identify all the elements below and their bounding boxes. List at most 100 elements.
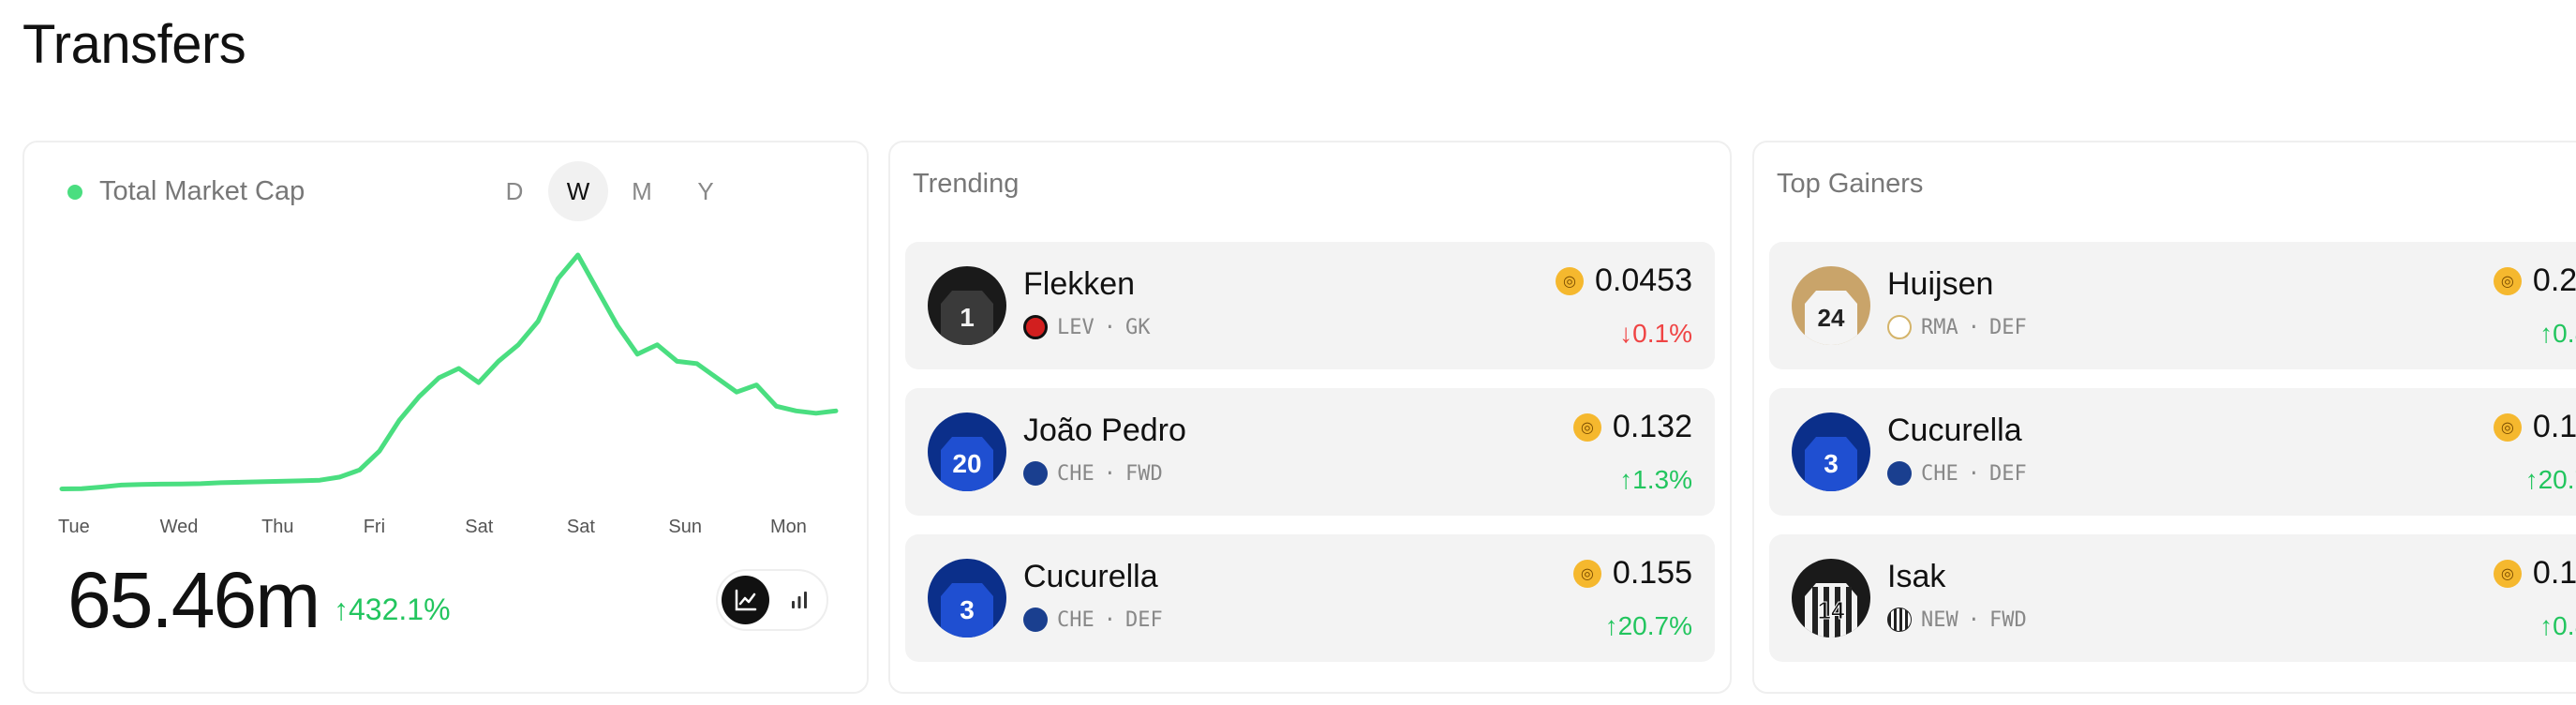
separator-dot: · [1967, 608, 1980, 632]
svg-text:1: 1 [960, 303, 975, 332]
team-logo-icon [1887, 461, 1912, 486]
market-cap-label: Total Market Cap [99, 176, 305, 206]
market-cap-header: Total Market Cap [67, 176, 305, 207]
team-line: RMA · DEF [1887, 315, 2027, 339]
trending-card: Trending 1 Flekken LEV · GK ◎ 0.0453 ↓0.… [888, 141, 1732, 694]
player-avatar: 20 [928, 412, 1006, 491]
price-line: ◎ 0.155 [1572, 555, 1692, 592]
gainer-row[interactable]: 24 Huijsen RMA · DEF ◎ 0.225 ↑0.8% [1769, 242, 2576, 369]
player-price: 0.155 [1612, 555, 1692, 591]
team-line: NEW · FWD [1887, 608, 2027, 632]
svg-text:14: 14 [1818, 596, 1845, 624]
player-name: Flekken [1023, 266, 1136, 302]
player-avatar: 3 [928, 559, 1006, 638]
team-code: RMA [1921, 315, 1958, 339]
x-axis-label: Wed [160, 517, 199, 536]
player-name: Cucurella [1023, 559, 1158, 594]
price-change: ↓0.1% [1619, 319, 1692, 348]
player-position: FWD [1989, 608, 2027, 632]
period-tab-year[interactable]: Y [676, 161, 736, 221]
team-logo-icon [1023, 608, 1048, 632]
team-line: LEV · GK [1023, 315, 1151, 339]
x-axis-label: Mon [770, 517, 807, 536]
team-logo-icon [1023, 461, 1048, 486]
period-tabs: D W M Y [484, 161, 736, 221]
team-line: CHE · DEF [1887, 461, 2027, 486]
coin-icon: ◎ [2493, 266, 2522, 295]
coin-icon: ◎ [2493, 559, 2522, 588]
player-avatar: 24 [1792, 266, 1870, 345]
market-cap-change: ↑432.1% [334, 592, 451, 626]
x-axis-label: Fri [364, 517, 385, 536]
market-cap-line [59, 252, 839, 491]
player-name: Huijsen [1887, 266, 1994, 302]
separator-dot: · [1103, 461, 1116, 486]
page-title: Transfers [22, 14, 246, 75]
bar-chart-icon [791, 592, 807, 608]
x-axis-label: Sat [465, 517, 493, 536]
player-avatar: 14 [1792, 559, 1870, 638]
team-code: LEV [1057, 315, 1094, 339]
player-name: Cucurella [1887, 412, 2022, 448]
team-logo-icon [1887, 608, 1912, 632]
player-name: João Pedro [1023, 412, 1186, 448]
x-axis-label: Thu [261, 517, 293, 536]
period-tab-month[interactable]: M [612, 161, 672, 221]
trending-row[interactable]: 1 Flekken LEV · GK ◎ 0.0453 ↓0.1% [905, 242, 1715, 369]
line-chart-icon [735, 589, 756, 611]
trending-title: Trending [913, 169, 1020, 199]
separator-dot: · [1103, 608, 1116, 632]
trending-row[interactable]: 20 João Pedro CHE · FWD ◎ 0.132 ↑1.3% [905, 388, 1715, 516]
price-line: ◎ 0.132 [1572, 409, 1692, 445]
market-cap-chart: Tue Wed Thu Fri Sat Sat Sun Mon [58, 252, 839, 536]
top-gainers-card: Top Gainers 24 Huijsen RMA · DEF ◎ 0.225… [1752, 141, 2576, 694]
line-chart-view-button[interactable] [722, 576, 769, 624]
price-change: ↑0.8% [2539, 611, 2576, 640]
gainer-row[interactable]: 3 Cucurella CHE · DEF ◎ 0.155 ↑20.7% [1769, 388, 2576, 516]
svg-text:24: 24 [1818, 304, 1845, 332]
top-gainers-title: Top Gainers [1777, 169, 1924, 199]
market-cap-value: 65.46m [67, 556, 320, 644]
price-change: ↑1.3% [1619, 465, 1692, 494]
bar-chart-view-button[interactable] [775, 576, 823, 624]
player-position: GK [1125, 315, 1151, 339]
team-code: CHE [1057, 461, 1094, 486]
team-line: CHE · DEF [1023, 608, 1163, 632]
svg-text:20: 20 [952, 449, 981, 478]
price-line: ◎ 0.155 [2493, 409, 2576, 445]
separator-dot: · [1967, 461, 1980, 486]
player-position: DEF [1125, 608, 1163, 632]
price-line: ◎ 0.144 [2493, 555, 2576, 592]
x-axis-label: Sat [567, 517, 595, 536]
coin-icon: ◎ [1572, 412, 1601, 442]
separator-dot: · [1967, 315, 1980, 339]
price-change: ↑20.7% [2524, 465, 2576, 494]
x-axis-label: Sun [668, 517, 702, 536]
period-tab-week[interactable]: W [548, 161, 608, 221]
player-price: 0.132 [1612, 409, 1692, 444]
svg-text:3: 3 [960, 595, 975, 624]
price-change: ↑20.7% [1604, 611, 1692, 640]
separator-dot: · [1103, 315, 1116, 339]
team-code: CHE [1921, 461, 1958, 486]
player-position: FWD [1125, 461, 1163, 486]
period-tab-day[interactable]: D [484, 161, 544, 221]
player-price: 0.155 [2532, 409, 2576, 444]
price-line: ◎ 0.0453 [1556, 262, 1692, 299]
player-price: 0.225 [2532, 262, 2576, 298]
team-code: NEW [1921, 608, 1958, 632]
price-line: ◎ 0.225 [2493, 262, 2576, 299]
x-axis-label: Tue [58, 517, 90, 536]
team-code: CHE [1057, 608, 1094, 632]
player-avatar: 1 [928, 266, 1006, 345]
trending-row[interactable]: 3 Cucurella CHE · DEF ◎ 0.155 ↑20.7% [905, 534, 1715, 662]
coin-icon: ◎ [1556, 266, 1584, 295]
player-position: DEF [1989, 315, 2027, 339]
gainer-row[interactable]: 14 Isak NEW · FWD ◎ 0.144 ↑0.8% [1769, 534, 2576, 662]
team-logo-icon [1887, 315, 1912, 339]
player-avatar: 3 [1792, 412, 1870, 491]
player-position: DEF [1989, 461, 2027, 486]
player-price: 0.0453 [1595, 262, 1692, 298]
team-line: CHE · FWD [1023, 461, 1163, 486]
market-cap-card: Total Market Cap D W M Y Tue Wed Thu Fri Sat… [22, 141, 869, 694]
